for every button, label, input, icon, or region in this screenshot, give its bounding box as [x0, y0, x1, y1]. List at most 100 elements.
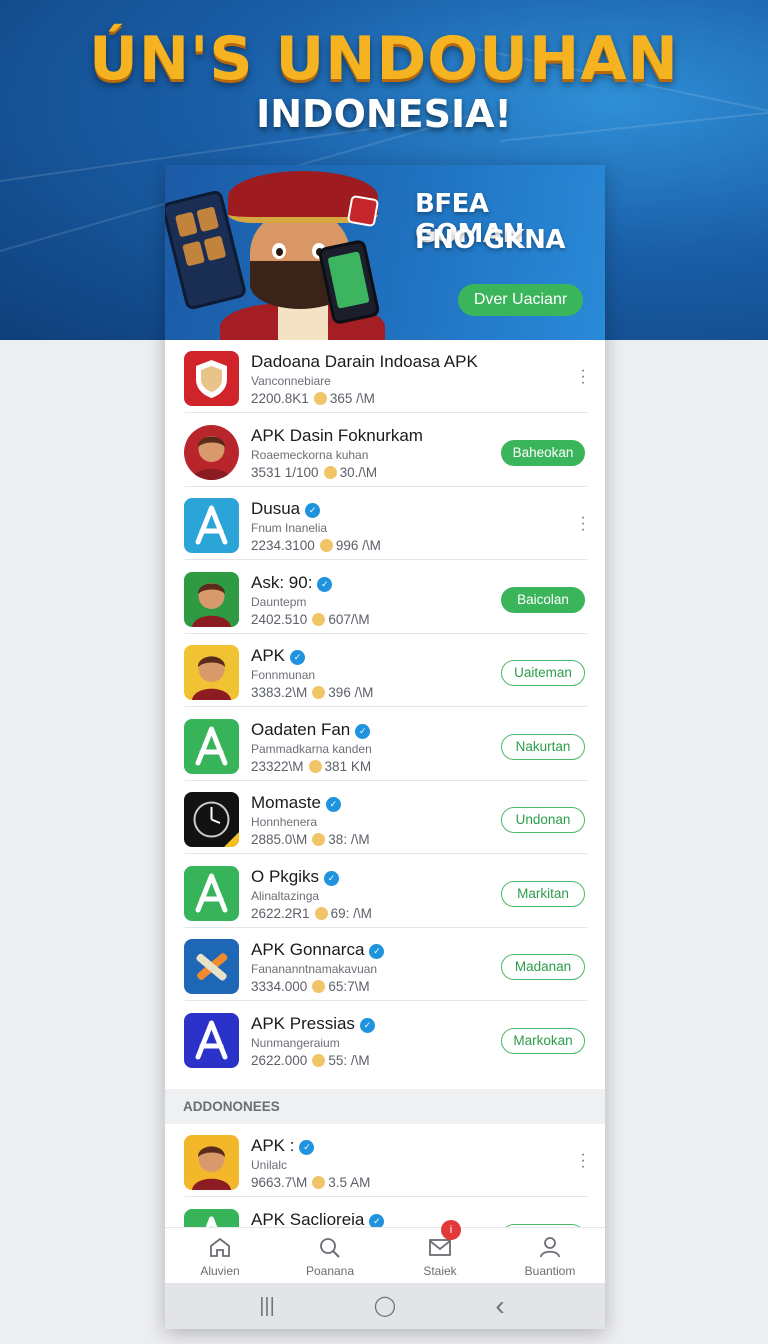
app-store-icon: [184, 498, 239, 553]
nav-item-search[interactable]: Poanana: [275, 1228, 385, 1284]
app-list-item[interactable]: Dadoana Darain Indoasa APK Vanconnebiare 2…: [165, 340, 605, 413]
app-size: 38: /\M: [328, 832, 370, 847]
hero-subtitle: INDONESIA!: [256, 92, 512, 136]
more-options-icon[interactable]: · · ·: [578, 510, 588, 538]
app-list-item[interactable]: Oadaten Fan ✓ Pammadkarna kanden 23322\M 381…: [165, 708, 605, 781]
phone-screen: BFEA GOMAN FNO GKNA Dver Uacianr Dadoana…: [165, 165, 605, 1329]
download-button[interactable]: Markokan: [501, 1027, 585, 1054]
app-size: 996 /\M: [335, 538, 381, 553]
hero-title: ÚN'S UNDOUHAN: [89, 24, 679, 94]
app-meta: 2234.3100 996 /\M: [251, 538, 381, 553]
app-developer: Pammadkarna kanden: [251, 741, 372, 756]
app-size: 607/\M: [328, 611, 370, 627]
app-name: Dusua ✓: [251, 499, 321, 519]
app-size: 381 KM: [324, 758, 372, 774]
download-count: 2200.8K1: [251, 391, 309, 406]
app-name: Oadaten Fan ✓: [251, 720, 371, 740]
app-list-item[interactable]: Ask: 90: ✓ Dauntepm 2402.510 607/\M Baicolan: [165, 561, 605, 634]
profile-icon: [540, 1237, 560, 1258]
verified-badge-icon: ✓: [324, 870, 340, 886]
rating-icon: [312, 612, 326, 626]
download-count: 9663.7\M: [251, 1175, 308, 1190]
app-size: 365 /\M: [329, 391, 375, 406]
app-list-item[interactable]: Momaste ✓ Honnhenera 2885.0\M 38: /\M Undonan: [165, 781, 605, 854]
nav-label: Buantiom: [524, 1264, 576, 1278]
banner-cta-button[interactable]: Dver Uacianr: [458, 284, 583, 316]
app-size: 69: /\M: [330, 905, 372, 921]
avatar-icon: [184, 571, 239, 627]
rating-icon: [319, 539, 333, 552]
rating-icon: [313, 392, 327, 405]
app-store-icon: [184, 1012, 239, 1068]
download-button[interactable]: Undonan: [501, 807, 585, 833]
download-count: 2885.0\M: [251, 832, 308, 847]
app-name: APK Gonnarca ✓: [251, 940, 385, 960]
promo-banner[interactable]: BFEA GOMAN FNO GKNA Dver Uacianr: [165, 165, 605, 340]
app-name: O Pkgiks ✓: [251, 867, 340, 887]
download-button[interactable]: Baicolan: [501, 586, 585, 613]
home-icon: [210, 1237, 230, 1257]
app-meta: 3383.2\M 396 /\M: [251, 685, 373, 700]
app-developer: Roaemeckorna kuhan: [251, 447, 369, 462]
home-button[interactable]: ◯: [370, 1293, 400, 1319]
rating-icon: [312, 833, 326, 846]
app-developer: Vanconnebiare: [251, 374, 331, 388]
app-meta: 3531 1/100 30./\M: [251, 465, 377, 480]
app-name: APK ✓: [251, 646, 306, 666]
download-count: 3334.000: [251, 979, 308, 994]
rating-icon: [308, 759, 322, 773]
rating-icon: [323, 465, 337, 479]
system-navigation-bar: ||| ◯ ‹: [165, 1283, 605, 1329]
download-button[interactable]: Markitan: [501, 880, 585, 907]
tools-icon: [184, 939, 239, 994]
back-button[interactable]: ‹: [485, 1292, 515, 1320]
download-count: 2234.3100: [251, 538, 315, 553]
nav-label: Aluvien: [200, 1264, 240, 1278]
verified-badge-icon: ✓: [317, 576, 333, 592]
download-button[interactable]: Uaiteman: [501, 660, 585, 686]
more-options-icon[interactable]: · · ·: [578, 1147, 588, 1175]
app-name: APK Pressias ✓: [251, 1014, 375, 1034]
nav-label: Staiek: [423, 1264, 457, 1278]
notification-badge: i: [441, 1220, 461, 1240]
app-list-item[interactable]: O Pkgiks ✓ Alinaltazinga 2622.2R1 69: /\M Mar…: [165, 855, 605, 928]
avatar-icon: [184, 645, 239, 700]
rating-icon: [312, 980, 326, 993]
app-meta: 2622.000 55: /\M: [251, 1053, 370, 1068]
download-button[interactable]: Madanan: [501, 954, 585, 980]
app-list-item[interactable]: APK Gonnarca ✓ Fanananntnamakavuan 3334.000…: [165, 928, 605, 1001]
download-button[interactable]: Baheokan: [501, 439, 585, 466]
nav-item-profile[interactable]: Buantiom: [495, 1228, 605, 1284]
app-developer: Fanananntnamakavuan: [251, 962, 378, 976]
app-meta: 9663.7\M 3.5 AM: [251, 1175, 370, 1190]
download-count: 2622.000: [251, 1052, 308, 1068]
verified-badge-icon: ✓: [355, 723, 371, 739]
nav-item-inbox[interactable]: i Staiek: [385, 1220, 495, 1284]
app-list-item[interactable]: APK : ✓ Unilalc 9663.7\M 3.5 AM · · ·: [165, 1124, 605, 1197]
app-meta: 2402.510 607/\M: [251, 612, 370, 627]
app-developer: Unilalc: [251, 1158, 288, 1172]
verified-badge-icon: ✓: [290, 650, 306, 665]
download-count: 3531 1/100: [251, 464, 319, 480]
rating-icon: [312, 686, 326, 699]
app-size: 396 /\M: [328, 685, 374, 700]
app-list-item[interactable]: Dusua ✓ Fnum Inanelia 2234.3100 996 /\M · · ·: [165, 487, 605, 560]
app-size: 30./\M: [339, 464, 378, 480]
recents-button[interactable]: |||: [252, 1293, 282, 1319]
banner-subheadline: FNO GKNA: [415, 225, 566, 255]
app-meta: 23322\M 381 KM: [251, 759, 371, 774]
avatar-icon: [184, 1135, 239, 1190]
more-options-icon[interactable]: · · ·: [578, 363, 588, 391]
nav-item-home[interactable]: Aluvien: [165, 1228, 275, 1284]
avatar-icon: [184, 424, 239, 480]
bottom-navigation: Aluvien Poanana i Staiek Buantiom: [165, 1220, 605, 1284]
rating-icon: [312, 1053, 326, 1067]
app-list-item[interactable]: APK Dasin Foknurkam Roaemeckorna kuhan 353…: [165, 414, 605, 487]
verified-badge-icon: ✓: [369, 944, 385, 959]
app-list-item[interactable]: APK ✓ Fonnmunan 3383.2\M 396 /\M Uaiteman: [165, 634, 605, 707]
app-developer: Honnhenera: [251, 815, 318, 829]
download-count: 23322\M: [251, 758, 304, 774]
app-list-item[interactable]: APK Pressias ✓ Nunmangeraium 2622.000 55: /\…: [165, 1002, 605, 1075]
download-button[interactable]: Nakurtan: [501, 733, 585, 760]
app-meta: 2885.0\M 38: /\M: [251, 832, 370, 847]
